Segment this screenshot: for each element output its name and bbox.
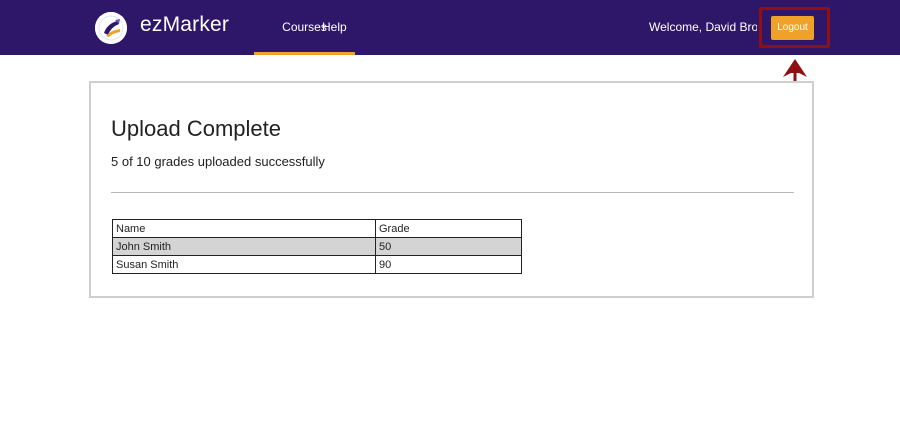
- column-header-name: Name: [112, 219, 376, 238]
- column-header-grade: Grade: [375, 219, 522, 238]
- annotation-highlight-box: [759, 7, 830, 48]
- cell-grade: 50: [375, 237, 522, 256]
- table-row: Susan Smith 90: [112, 255, 522, 274]
- cell-name: John Smith: [112, 237, 376, 256]
- brand-name[interactable]: ezMarker: [140, 13, 229, 37]
- cell-name: Susan Smith: [112, 255, 376, 274]
- grades-table: Name Grade John Smith 50 Susan Smith 90: [112, 219, 522, 274]
- upload-status-text: 5 of 10 grades uploaded successfully: [111, 154, 325, 169]
- table-header-row: Name Grade: [112, 219, 522, 238]
- welcome-text: Welcome, David Brown: [649, 20, 757, 34]
- divider: [111, 192, 794, 193]
- table-row: John Smith 50: [112, 237, 522, 256]
- cell-grade: 90: [375, 255, 522, 274]
- nav-help[interactable]: Help: [322, 0, 347, 55]
- upload-result-panel: Upload Complete 5 of 10 grades uploaded …: [89, 81, 814, 298]
- page-title: Upload Complete: [111, 116, 281, 141]
- ezmarker-logo-icon[interactable]: [95, 12, 127, 44]
